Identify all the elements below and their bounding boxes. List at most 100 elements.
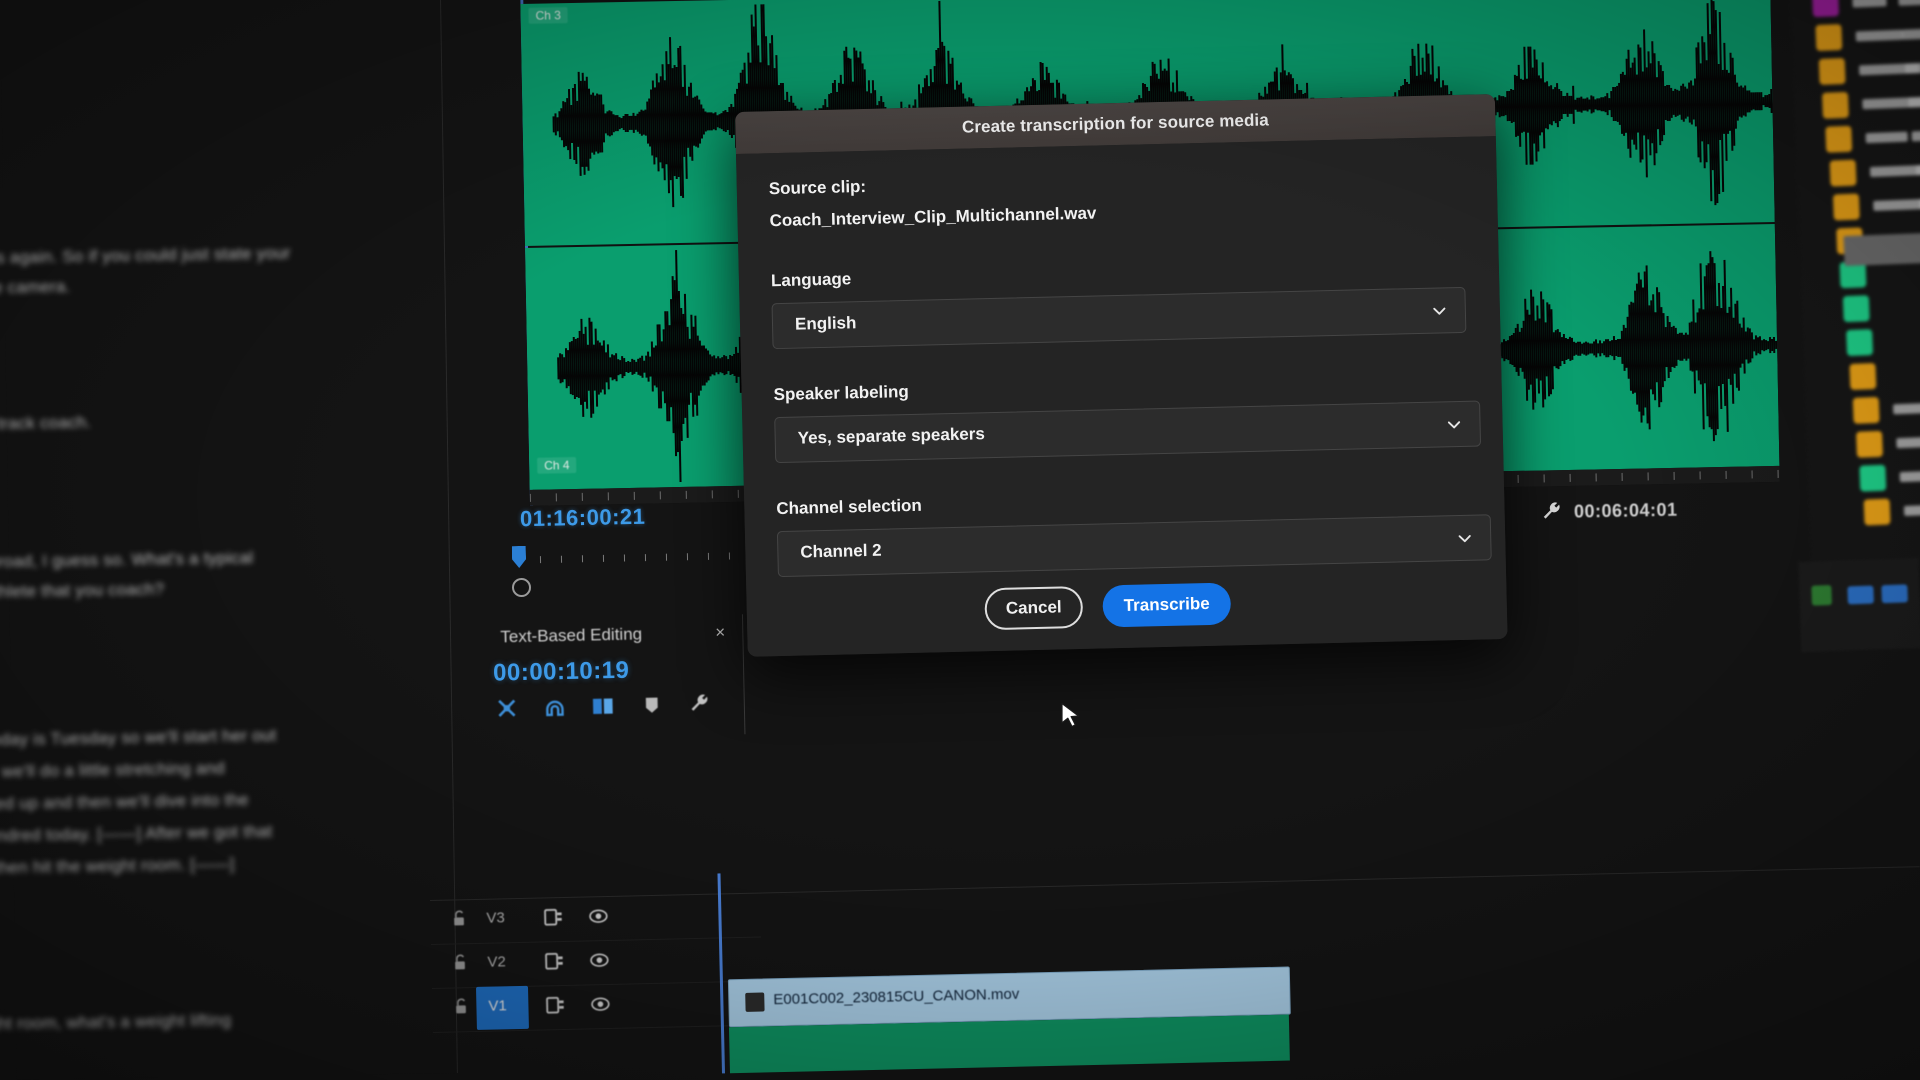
label-color-chip[interactable] xyxy=(1842,295,1870,323)
label-color-chip[interactable] xyxy=(1856,430,1884,458)
extract-tool-icon[interactable] xyxy=(1881,584,1908,604)
transcript-line: ld athlete that you coach? xyxy=(0,579,165,602)
transcript-line: the camera. xyxy=(0,276,71,298)
speaker-labeling-select[interactable]: Yes, separate speakers xyxy=(774,400,1482,464)
eye-icon[interactable] xyxy=(588,906,608,926)
panel-divider xyxy=(741,614,746,735)
source-timecode-in[interactable]: 01:16:00:21 xyxy=(520,504,646,532)
label-color-chip[interactable] xyxy=(1825,125,1853,153)
unlock-icon[interactable] xyxy=(454,997,468,1015)
project-bin-panel[interactable] xyxy=(1790,0,1920,570)
source-clip-value: Coach_Interview_Clip_Multichannel.wav xyxy=(769,203,1097,231)
channel-selection-label: Channel selection xyxy=(776,495,923,519)
chevron-down-icon xyxy=(1447,421,1461,429)
source-ruler-ticks[interactable] xyxy=(539,550,760,568)
label-color-chip[interactable] xyxy=(1812,0,1840,18)
unlock-icon[interactable] xyxy=(452,909,466,927)
text-based-editing-transcript[interactable]: y this again. So if you could just state… xyxy=(0,0,458,1080)
wrench-icon[interactable] xyxy=(688,691,711,717)
timeline-playhead-timecode[interactable]: 00:00:10:19 xyxy=(493,657,630,688)
loop-circle-icon[interactable] xyxy=(511,577,532,598)
bin-row[interactable] xyxy=(1908,95,1920,108)
chevron-down-icon xyxy=(1458,535,1471,543)
channel-selection-select[interactable]: Channel 2 xyxy=(776,514,1492,578)
bin-row[interactable] xyxy=(1898,0,1920,6)
transcript-line: hundred today. [——] After we got that xyxy=(0,821,273,846)
track-targeting-icon[interactable] xyxy=(543,950,565,972)
bin-row[interactable] xyxy=(1915,164,1920,176)
bin-row[interactable] xyxy=(1901,28,1920,40)
project-tools-strip[interactable] xyxy=(1798,557,1920,653)
track-label[interactable]: V2 xyxy=(487,953,506,970)
playhead-marker-icon[interactable] xyxy=(512,546,526,568)
track-targeting-icon[interactable] xyxy=(544,994,566,1016)
bin-row[interactable] xyxy=(1893,402,1920,415)
selected-bin-row[interactable] xyxy=(1843,231,1920,267)
channel-selection-value: Channel 2 xyxy=(800,540,882,562)
clip-name: E001C002_230815CU_CANON.mov xyxy=(773,985,1020,1009)
language-select[interactable]: English xyxy=(771,286,1467,350)
transcript-line: st, we'll do a little stretching and xyxy=(0,758,225,782)
create-transcription-dialog: Create transcription for source media So… xyxy=(735,94,1508,657)
bin-row[interactable] xyxy=(1865,131,1909,144)
magnet-snap-icon[interactable] xyxy=(542,694,569,721)
bin-row[interactable] xyxy=(1896,435,1920,449)
source-duration-timecode: 00:06:04:01 xyxy=(1573,499,1678,522)
transcript-line: today is Tuesday so we'll start her out xyxy=(0,725,277,750)
timeline-track-row[interactable]: V1 xyxy=(431,980,763,1033)
transcript-line: y this again. So if you could just state… xyxy=(0,243,291,268)
eye-icon[interactable] xyxy=(589,950,609,970)
label-color-chip[interactable] xyxy=(1822,91,1850,119)
bin-row[interactable] xyxy=(1869,164,1920,178)
label-color-chip[interactable] xyxy=(1852,396,1880,424)
app-window: y this again. So if you could just state… xyxy=(0,0,1920,1080)
speaker-labeling-label: Speaker labeling xyxy=(773,381,909,405)
close-icon[interactable]: × xyxy=(715,623,725,643)
bin-row[interactable] xyxy=(1852,0,1887,8)
bin-row[interactable] xyxy=(1899,470,1920,483)
bin-row[interactable] xyxy=(1905,62,1920,74)
label-color-chip[interactable] xyxy=(1832,193,1860,221)
dialog-title: Create transcription for source media xyxy=(961,110,1270,137)
label-color-chip[interactable] xyxy=(1815,24,1843,52)
mouse-pointer-icon xyxy=(1061,702,1080,728)
bin-row[interactable] xyxy=(1855,29,1904,42)
chevron-down-icon xyxy=(1433,307,1446,315)
timeline-panel[interactable]: V3 V2 V1 E001C002_230815CU_CANON.mov xyxy=(430,866,1920,1080)
transcribe-button[interactable]: Transcribe xyxy=(1102,582,1232,628)
wrench-icon[interactable] xyxy=(1540,501,1562,523)
unlock-icon[interactable] xyxy=(453,953,467,971)
bin-row[interactable] xyxy=(1911,129,1920,142)
linked-selection-icon[interactable] xyxy=(590,693,617,720)
tab-text-based-editing[interactable]: Text-Based Editing xyxy=(500,624,642,647)
bin-row[interactable] xyxy=(1872,198,1920,211)
speaker-labeling-value: Yes, separate speakers xyxy=(797,424,986,448)
eye-icon[interactable] xyxy=(590,994,610,1014)
track-label[interactable]: V1 xyxy=(488,997,507,1014)
marker-icon[interactable] xyxy=(642,692,663,718)
transcript-line: ?'broad, I guess so. What's a typical xyxy=(0,548,254,572)
cancel-button[interactable]: Cancel xyxy=(984,585,1084,631)
fx-badge-icon xyxy=(745,992,765,1012)
label-color-chip[interactable] xyxy=(1846,329,1874,357)
bin-row[interactable] xyxy=(1903,503,1920,517)
transcript-line: rmed up and then we'll dive into the xyxy=(0,790,249,814)
label-color-chip[interactable] xyxy=(1859,464,1887,492)
track-targeting-icon[interactable] xyxy=(542,906,564,928)
transcript-line: a track coach. xyxy=(0,412,92,434)
label-color-chip[interactable] xyxy=(1818,57,1846,85)
label-color-chip[interactable] xyxy=(1849,362,1877,390)
track-label[interactable]: V3 xyxy=(486,909,505,926)
language-value: English xyxy=(794,313,857,334)
language-label: Language xyxy=(770,269,852,291)
label-color-chip[interactable] xyxy=(1863,498,1891,526)
source-clip-label: Source clip: xyxy=(768,176,867,199)
transcript-line: d then hit the weight room. [——] xyxy=(0,854,235,878)
pen-tool-icon[interactable] xyxy=(1811,584,1832,606)
slide-tool-icon[interactable] xyxy=(1847,585,1874,605)
transcript-line: ght room, what's a weight lifting xyxy=(0,1010,232,1034)
label-color-chip[interactable] xyxy=(1829,159,1857,187)
source-duration-bar: 00:06:04:01 xyxy=(1540,499,1678,524)
dialog-body: Source clip: Coach_Interview_Clip_Multic… xyxy=(735,136,1508,657)
pin-clips-icon[interactable] xyxy=(494,695,521,722)
